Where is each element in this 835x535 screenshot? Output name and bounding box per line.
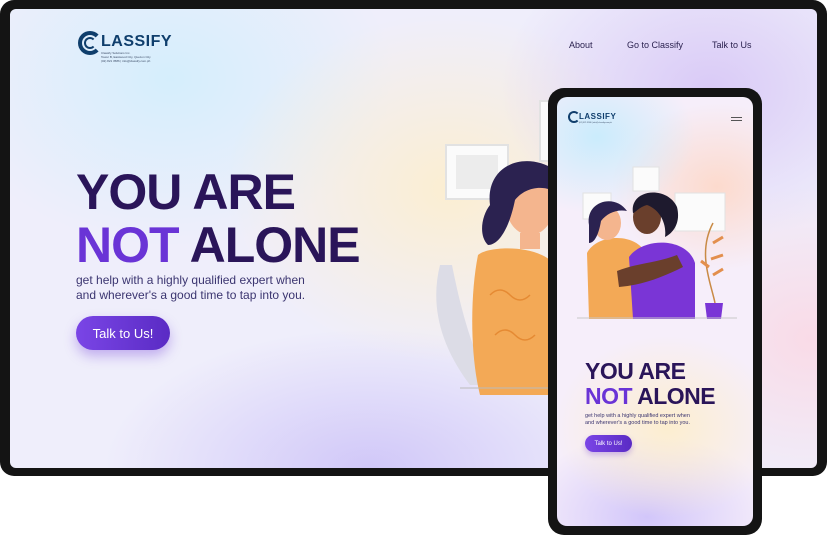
- hero-title: YOU ARE NOT ALONE: [76, 164, 361, 273]
- logo[interactable]: LASSIFY Classify Solutions Inc. Tower B,…: [78, 31, 198, 63]
- shirt: [472, 248, 560, 395]
- nav-talk-to-us[interactable]: Talk to Us: [712, 40, 752, 50]
- hero-subtitle-line1: get help with a highly qualified expert …: [76, 273, 305, 287]
- mobile-hero-title-line2: NOT ALONE: [585, 383, 716, 409]
- plant: [704, 222, 716, 304]
- mobile-hero-subtitle: get help with a highly qualified expert …: [585, 413, 690, 427]
- logo-tagline-3: (02) 821 3586 | info@classify.com.ph: [101, 59, 151, 63]
- hero-title-line1: YOU ARE: [76, 164, 296, 220]
- phone-frame: LASSIFY (02) 821 3586 | info@classify.co…: [548, 88, 762, 535]
- menu-icon-bar-2: [731, 120, 742, 121]
- phone-screen: LASSIFY (02) 821 3586 | info@classify.co…: [557, 97, 753, 526]
- pot: [705, 303, 723, 319]
- hero-subtitle-line2: and wherever's a good time to tap into y…: [76, 288, 306, 302]
- menu-icon[interactable]: [731, 117, 742, 123]
- logo-c-mark-inner: [84, 37, 96, 49]
- illustration-hug: [436, 100, 560, 395]
- frame-3: [674, 192, 726, 232]
- nav-about[interactable]: About: [569, 40, 593, 50]
- hero-subtitle: get help with a highly qualified expert …: [76, 273, 305, 303]
- mobile-logo-tagline: (02) 821 3586 | info@classify.com.ph: [579, 122, 612, 124]
- mobile-hero-title: YOU ARE NOT ALONE: [585, 358, 716, 409]
- hero-title-line2: NOT ALONE: [76, 217, 361, 273]
- hero-title-rest: ALONE: [178, 217, 361, 273]
- mobile-talk-to-us-button[interactable]: Talk to Us!: [585, 435, 632, 452]
- mobile-hero-subtitle-line1: get help with a highly qualified expert …: [585, 413, 690, 419]
- mobile-logo[interactable]: LASSIFY (02) 821 3586 | info@classify.co…: [568, 111, 628, 127]
- mobile-illustration-hug: [577, 166, 737, 319]
- mobile-hero-subtitle-line2: and wherever's a good time to tap into y…: [585, 420, 691, 426]
- mobile-logo-wordmark: LASSIFY: [579, 112, 617, 121]
- hero-title-highlight: NOT: [76, 217, 180, 273]
- neck: [520, 233, 540, 249]
- plant-leaves-right: [700, 235, 724, 277]
- mobile-hero-title-highlight: NOT: [585, 383, 633, 409]
- frame-1: [632, 166, 660, 192]
- logo-wordmark: LASSIFY: [101, 33, 173, 50]
- menu-icon-bar-1: [731, 117, 742, 118]
- picture-frame-inner: [456, 155, 498, 189]
- mobile-hero-title-line1: YOU ARE: [585, 358, 686, 384]
- mobile-hero-title-rest: ALONE: [632, 383, 716, 409]
- nav-go-to-classify[interactable]: Go to Classify: [627, 40, 683, 50]
- talk-to-us-button[interactable]: Talk to Us!: [76, 316, 170, 350]
